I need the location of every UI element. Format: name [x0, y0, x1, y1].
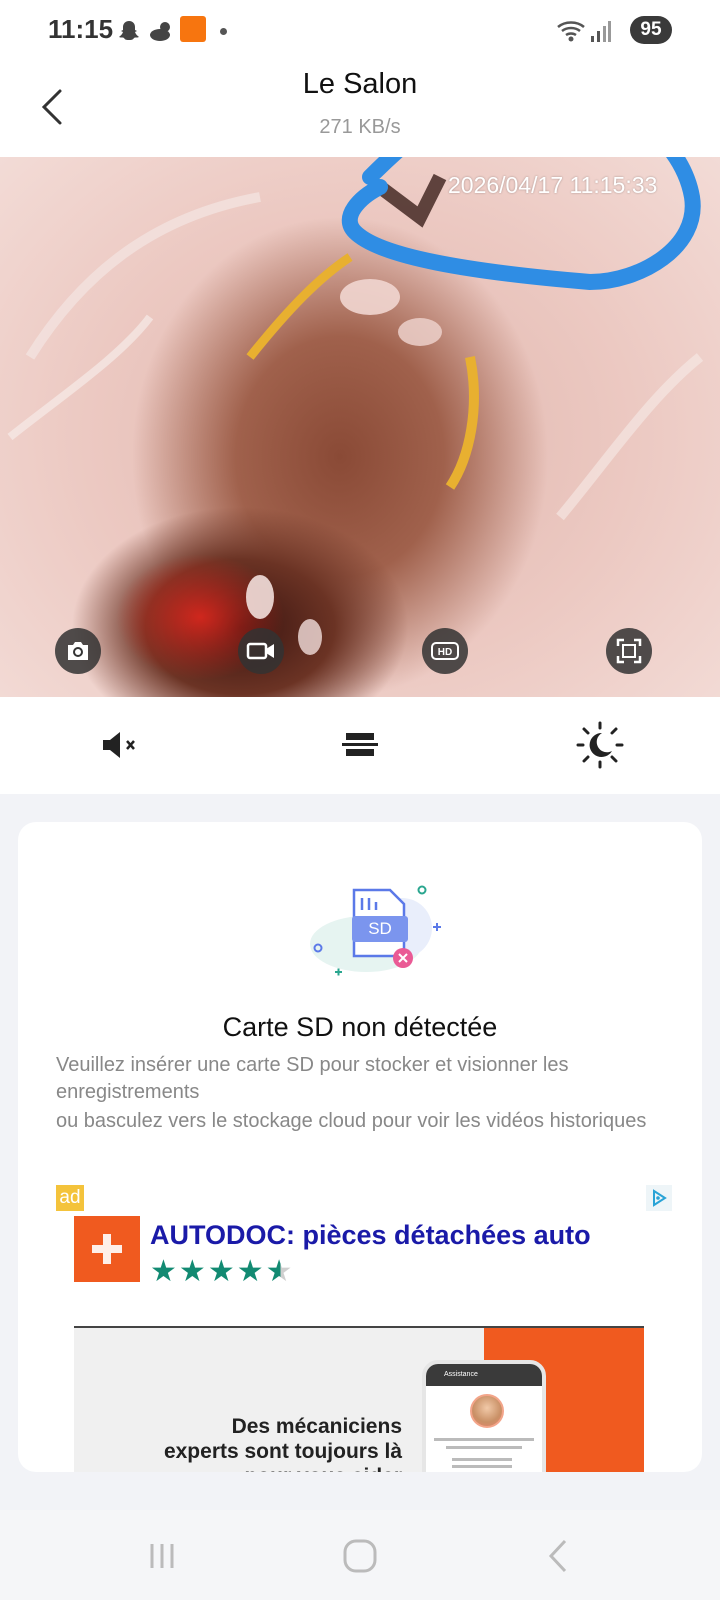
night-mode-icon: [576, 721, 624, 769]
sd-card-cloud-hint: ou basculez vers le stockage cloud pour …: [56, 1110, 647, 1132]
sd-card-message: Veuillez insérer une carte SD pour stock…: [56, 1054, 569, 1103]
system-back-button[interactable]: [538, 1536, 578, 1576]
record-icon: [246, 642, 274, 660]
plus-icon: [92, 1234, 122, 1264]
recent-apps-button[interactable]: [142, 1536, 182, 1576]
fullscreen-button[interactable]: [606, 628, 652, 674]
snapshot-button[interactable]: [55, 628, 101, 674]
weather-icon: [150, 22, 170, 41]
hd-quality-button[interactable]: HD: [422, 628, 468, 674]
autodoc-logo[interactable]: [74, 1216, 140, 1282]
system-navigation-bar: [0, 1510, 720, 1600]
star-full: ★: [236, 1255, 266, 1288]
sd-badge-label: SD: [368, 919, 392, 938]
star-full: ★: [150, 1255, 179, 1288]
ad-rating-stars: ★★★★★: [150, 1254, 295, 1289]
ad-badge: ad: [56, 1185, 84, 1211]
phone-header: Assistance: [426, 1364, 542, 1386]
hd-icon: HD: [431, 642, 459, 660]
layout-button[interactable]: [334, 719, 386, 771]
star-full: ★: [178, 1255, 208, 1288]
layout-icon: [342, 733, 378, 756]
status-time: 11:15: [48, 14, 114, 44]
app-header: Le Salon 271 KB/s: [0, 62, 720, 157]
svg-text:HD: HD: [438, 647, 452, 658]
phone-text-line: [434, 1438, 534, 1441]
camera-live-screen: 11:15 95 Le Salon 271 KB/s 2026/04/17 11…: [0, 0, 720, 1600]
phone-text-line: [446, 1446, 522, 1449]
agent-avatar: [470, 1394, 504, 1428]
ad-banner-image[interactable]: Des mécaniciens experts sont toujours là…: [74, 1326, 644, 1472]
home-button[interactable]: [340, 1536, 380, 1576]
camera-icon: [68, 642, 88, 660]
recent-apps-icon: [150, 1544, 174, 1568]
camera-controls: [0, 697, 720, 794]
ad-title-link[interactable]: AUTODOC: pièces détachées auto: [150, 1220, 591, 1251]
ad-choices-button[interactable]: [646, 1185, 672, 1211]
wifi-icon: [557, 21, 585, 42]
page-title: Le Salon: [302, 68, 418, 100]
status-bar: 11:15 95: [0, 0, 720, 62]
mute-icon: [103, 732, 135, 758]
dot-icon: [220, 28, 227, 35]
temu-icon: [180, 16, 206, 42]
star-full: ★: [207, 1255, 237, 1288]
blue-scribble-annotation: [341, 157, 701, 291]
phone-mockup: Assistance: [422, 1360, 546, 1472]
sd-card-status-card: SD Carte SD non détectée Veuillez insére…: [18, 822, 702, 1472]
snapchat-icon: [119, 21, 139, 40]
battery-indicator: 95: [630, 16, 672, 44]
back-arrow-icon: [548, 1539, 567, 1573]
sd-card-title: Carte SD non détectée: [222, 1012, 498, 1042]
home-icon: [343, 1539, 377, 1573]
adchoices-icon: [653, 1189, 667, 1207]
signal-icon: [591, 21, 611, 42]
live-video-feed[interactable]: 2026/04/17 11:15:33 HD: [0, 157, 720, 697]
night-mode-button[interactable]: [574, 719, 626, 771]
phone-text-line: [452, 1465, 512, 1468]
bitrate-readout: 271 KB/s: [319, 116, 401, 138]
record-button[interactable]: [238, 628, 284, 674]
fullscreen-icon: [616, 638, 642, 664]
phone-text-line: [452, 1458, 512, 1461]
mute-button[interactable]: [94, 719, 146, 771]
star-half: ★: [265, 1255, 295, 1288]
ad-banner-headline: Des mécaniciens experts sont toujours là…: [163, 1415, 402, 1472]
